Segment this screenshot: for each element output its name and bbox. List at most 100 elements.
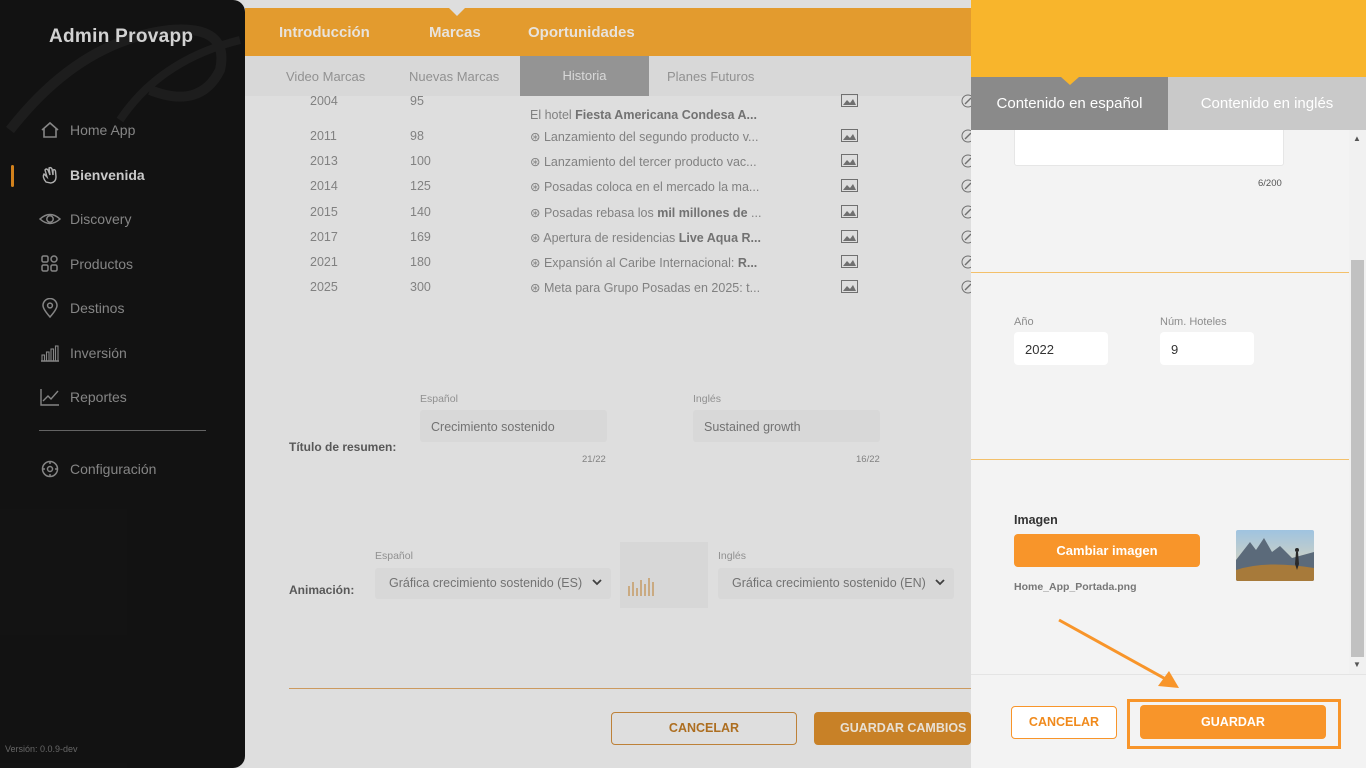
row-description: ⊛ Posadas rebasa los mil millones de ... [530,206,762,220]
image-thumbnail [1236,530,1314,581]
change-image-button[interactable]: Cambiar imagen [1014,534,1200,567]
scrollbar-thumb[interactable] [1351,260,1364,657]
image-icon[interactable] [841,179,858,195]
summary-es-label: Español [420,393,458,405]
animation-label: Animación: [289,583,355,597]
table-row[interactable]: 2015 140 ⊛ Posadas rebasa los mil millon… [245,205,975,227]
table-row[interactable]: 2017 169 ⊛ Apertura de residencias Live … [245,230,975,252]
image-filename: Home_App_Portada.png [1014,581,1137,593]
subtab-historia[interactable]: Historia [520,56,649,96]
image-icon[interactable] [841,255,858,271]
sidebar-item-inversion[interactable]: Inversión [0,331,245,376]
hotels-count-label: Núm. Hoteles [1160,316,1227,328]
tab-contenido-ingles[interactable]: Contenido en inglés [1168,77,1366,130]
sub-nav: Video Marcas Nuevas Marcas Historia Plan… [245,56,971,96]
annotation-arrow-icon [1058,618,1179,688]
table-row[interactable]: 2013 100 ⊛ Lanzamiento del tercer produc… [245,154,975,176]
summary-es-input[interactable]: Crecimiento sostenido [420,410,607,442]
panel-save-button[interactable]: GUARDAR [1140,705,1326,739]
main-divider [289,688,971,689]
mountain-hiker-photo-icon [1236,530,1314,581]
animation-es-label: Español [375,550,413,562]
table-row[interactable]: 2021 180 ⊛ Expansión al Caribe Internaci… [245,255,975,277]
panel-cancel-button[interactable]: CANCELAR [1011,706,1117,739]
tab-marcas[interactable]: Marcas [429,24,481,41]
image-icon[interactable] [841,94,858,110]
row-description: El hotel Fiesta Americana Condesa A... [530,108,757,122]
row-description: ⊛ Lanzamiento del tercer producto vac... [530,155,757,169]
animation-es-select[interactable]: Gráfica crecimiento sostenido (ES) [375,568,611,599]
home-icon [39,119,61,141]
panel-header [971,0,1366,77]
row-year: 2015 [310,205,338,219]
year-input[interactable]: 2022 [1014,332,1108,365]
main-save-changes-button[interactable]: GUARDAR CAMBIOS [814,712,971,745]
sidebar-item-label: Productos [70,255,134,272]
main-cancel-button[interactable]: CANCELAR [611,712,797,745]
sidebar-item-label: Discovery [70,211,132,228]
tab-oportunidades[interactable]: Oportunidades [528,24,635,41]
row-year: 2014 [310,179,338,193]
row-year: 2017 [310,230,338,244]
sidebar-item-destinos[interactable]: Destinos [0,286,245,331]
hotels-count-input[interactable]: 9 [1160,332,1254,365]
summary-es-count: 21/22 [582,454,606,465]
description-count: 6/200 [1258,178,1282,189]
sidebar-divider [39,430,206,431]
animation-preview [620,542,708,608]
table-row[interactable]: 2004 95 El hotel Fiesta Americana Condes… [245,94,975,122]
row-hotels: 169 [410,230,431,244]
gear-icon [39,458,61,480]
subtab-nuevas-marcas[interactable]: Nuevas Marcas [409,69,499,84]
top-nav: Introducción Marcas Oportunidades [245,8,971,56]
row-description: ⊛ Meta para Grupo Posadas en 2025: t... [530,281,761,295]
image-icon[interactable] [841,280,858,296]
sidebar-item-label: Configuración [70,461,157,478]
summary-en-input[interactable]: Sustained growth [693,410,880,442]
sidebar-item-bienvenida[interactable]: Bienvenida [0,153,245,198]
version-label: Versión: 0.0.9-dev [5,744,78,754]
sidebar: Admin Provapp Home App Bienvenida Discov… [0,0,245,768]
sidebar-item-configuracion[interactable]: Configuración [0,447,245,492]
table-row[interactable]: 2025 300 ⊛ Meta para Grupo Posadas en 20… [245,280,975,302]
summary-en-count: 16/22 [856,454,880,465]
image-icon[interactable] [841,230,858,246]
section-divider [971,272,1349,273]
panel-scrollbar[interactable]: ▲ ▼ [1349,130,1366,674]
row-hotels: 125 [410,179,431,193]
sidebar-item-productos[interactable]: Productos [0,242,245,287]
row-hotels: 98 [410,129,424,143]
row-year: 2004 [310,94,338,108]
row-description: ⊛ Expansión al Caribe Internacional: R..… [530,256,758,270]
panel-language-tabs: Contenido en español Contenido en inglés [971,77,1366,130]
table-row[interactable]: 2011 98 ⊛ Lanzamiento del segundo produc… [245,129,975,151]
scroll-up-icon[interactable]: ▲ [1353,134,1361,143]
row-hotels: 180 [410,255,431,269]
map-pin-icon [39,297,61,319]
tab-introduccion[interactable]: Introducción [279,24,370,41]
sidebar-item-label: Destinos [70,300,125,317]
image-icon[interactable] [841,154,858,170]
sidebar-item-label: Reportes [70,389,127,406]
image-icon[interactable] [841,129,858,145]
subtab-video-marcas[interactable]: Video Marcas [286,69,365,84]
image-icon[interactable] [841,205,858,221]
active-tab-caret [449,8,465,16]
sidebar-item-home-app[interactable]: Home App [0,108,245,153]
scroll-down-icon[interactable]: ▼ [1353,660,1361,669]
sidebar-item-discovery[interactable]: Discovery [0,197,245,242]
row-hotels: 300 [410,280,431,294]
subtab-planes-futuros[interactable]: Planes Futuros [667,69,754,84]
row-year: 2013 [310,154,338,168]
animation-en-label: Inglés [718,550,747,562]
sidebar-nav: Home App Bienvenida Discovery Productos … [0,108,245,420]
image-section-title: Imagen [1014,513,1058,527]
sidebar-item-reportes[interactable]: Reportes [0,375,245,420]
select-value: Gráfica crecimiento sostenido (ES) [389,576,583,590]
animation-en-select[interactable]: Gráfica crecimiento sostenido (EN) [718,568,954,599]
row-hotels: 95 [410,94,424,108]
table-row[interactable]: 2014 125 ⊛ Posadas coloca en el mercado … [245,179,975,201]
main-content: Introducción Marcas Oportunidades Video … [245,0,975,768]
sidebar-item-label: Home App [70,122,136,139]
description-textarea[interactable] [1014,130,1284,166]
